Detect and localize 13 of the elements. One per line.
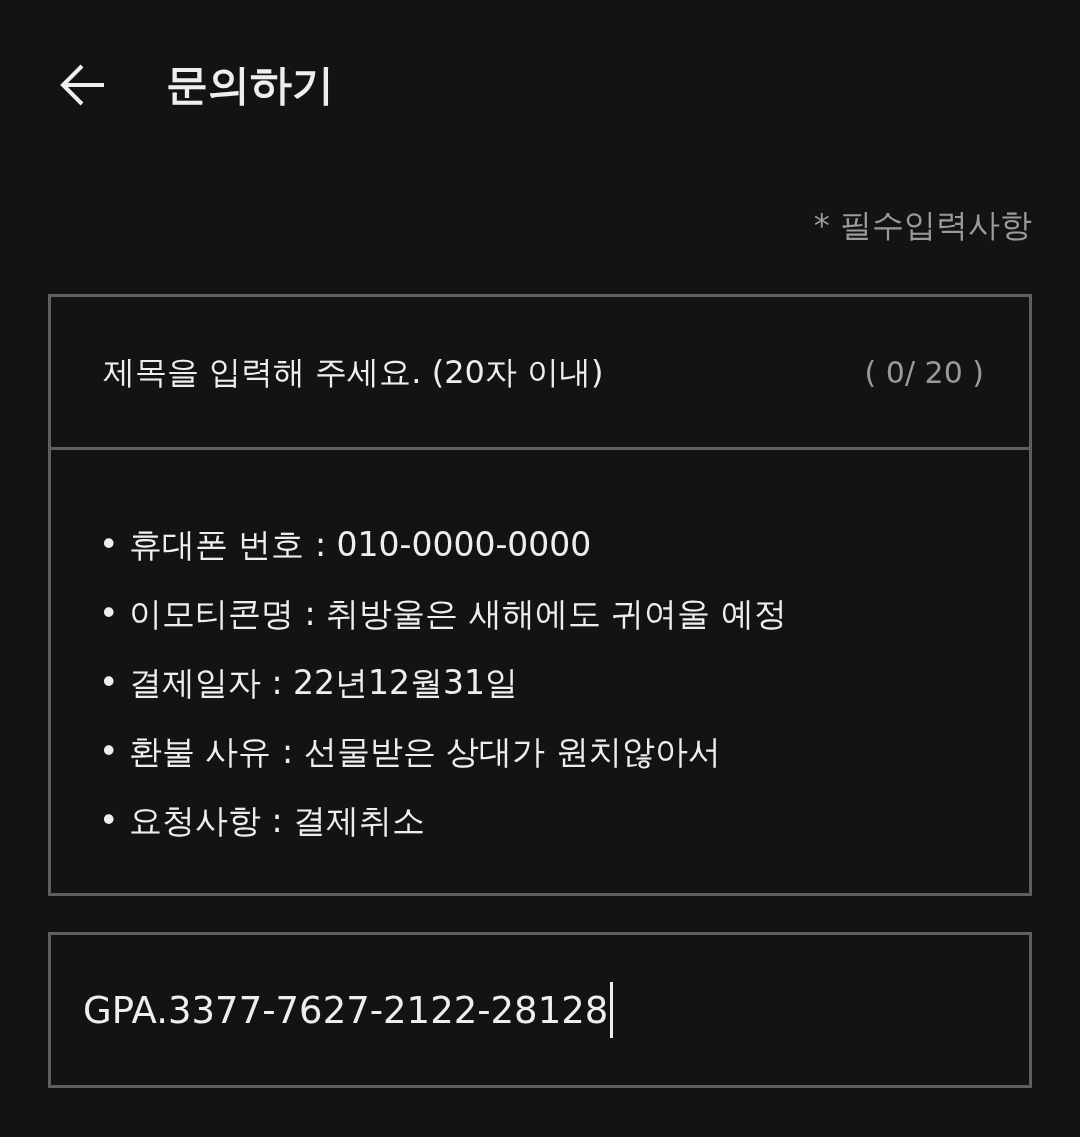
order-number-field[interactable]: GPA.3377-7627-2122-28128	[48, 932, 1032, 1088]
required-note: * 필수입력사항	[813, 205, 1032, 246]
text-cursor	[610, 982, 614, 1038]
message-line: • 환불 사유 : 선물받은 상대가 원치않아서	[99, 731, 722, 773]
character-counter: ( 0/ 20 )	[864, 354, 984, 390]
order-number-value: GPA.3377-7627-2122-28128	[83, 988, 609, 1032]
message-line: • 휴대폰 번호 : 010-0000-0000	[99, 524, 593, 566]
page-title: 문의하기	[166, 59, 334, 111]
message-text-area[interactable]: • 휴대폰 번호 : 010-0000-0000 • 이모티콘명 : 취방울은 새해에도 귀여울 예정 • 결제일자 : 22년12월31일 • 환불 사유 : 선물받은 상대가 원치않아서 • 요청사항 : 결제취소	[51, 450, 1029, 893]
title-input-field[interactable]: 제목을 입력해 주세요. (20자 이내)	[101, 352, 865, 392]
message-line: • 이모티콘명 : 취방울은 새해에도 귀여울 예정	[99, 593, 788, 635]
message-line: • 결제일자 : 22년12월31일	[99, 662, 520, 704]
message-line: • 요청사항 : 결제취소	[99, 800, 427, 842]
